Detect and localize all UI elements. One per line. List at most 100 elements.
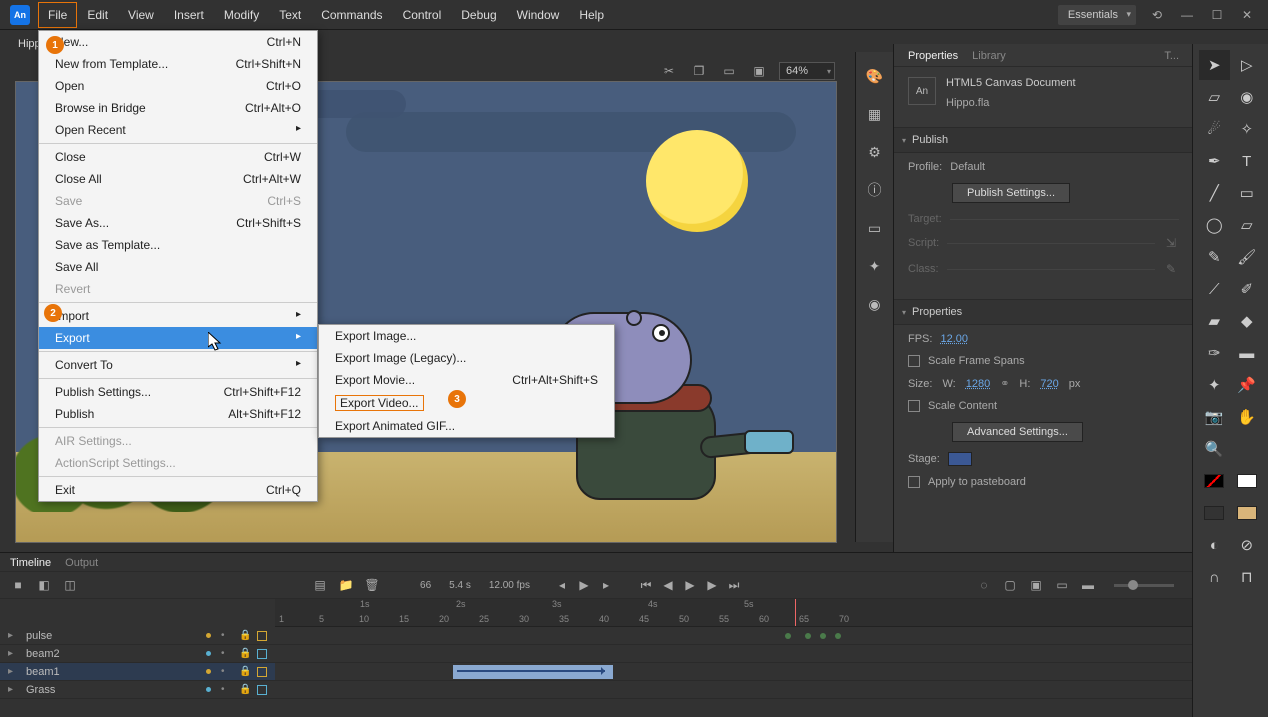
show-all-icon[interactable]: ◧ [36, 577, 52, 593]
info-icon[interactable]: ⓘ [865, 180, 885, 200]
pencil-tool-icon[interactable]: ✎ [1199, 242, 1230, 272]
properties-tab[interactable]: Properties [908, 50, 958, 62]
paste-icon[interactable]: ❐ [689, 61, 709, 81]
output-tab[interactable]: Output [65, 557, 98, 569]
frames-row-beam1[interactable] [275, 663, 1192, 681]
camera-tool-icon[interactable]: 📷 [1199, 402, 1230, 432]
publish-settings-button[interactable]: Publish Settings... [952, 183, 1070, 203]
file-menu-publish[interactable]: PublishAlt+Shift+F12 [39, 403, 317, 425]
export-export-movie[interactable]: Export Movie...Ctrl+Alt+Shift+S [319, 369, 614, 391]
edit-multiple-icon[interactable]: ▣ [1028, 577, 1044, 593]
menu-help[interactable]: Help [569, 2, 614, 28]
file-menu-save-as-template[interactable]: Save as Template... [39, 234, 317, 256]
step-back-icon[interactable]: ◀ [660, 577, 676, 593]
loop-icon[interactable]: ◌ [976, 577, 992, 593]
height-value[interactable]: 720 [1040, 378, 1058, 390]
frames-row-beam2[interactable] [275, 645, 1192, 663]
magic-wand-icon[interactable]: ✧ [1232, 114, 1263, 144]
hand-tool-icon[interactable]: ✋ [1232, 402, 1263, 432]
brush-panel-icon[interactable]: ✦ [865, 256, 885, 276]
step-forward-one-icon[interactable]: ▸ [598, 577, 614, 593]
scale-frame-spans-checkbox[interactable] [908, 355, 920, 367]
ink-bottle-tool-icon[interactable]: ◆ [1232, 306, 1263, 336]
play-icon[interactable]: ▶ [576, 577, 592, 593]
menu-control[interactable]: Control [393, 2, 452, 28]
file-menu-open[interactable]: OpenCtrl+O [39, 75, 317, 97]
file-menu-import[interactable]: Import [39, 305, 317, 327]
playhead[interactable] [795, 599, 796, 626]
file-menu-close[interactable]: CloseCtrl+W [39, 146, 317, 168]
selection-tool-icon[interactable]: ➤ [1199, 50, 1230, 80]
paint-bucket-tool-icon[interactable]: ▰ [1199, 306, 1230, 336]
layer-row-beam2[interactable]: ▸beam2•🔒 [0, 645, 275, 663]
file-menu-new-from-template[interactable]: New from Template...Ctrl+Shift+N [39, 53, 317, 75]
play-all-icon[interactable]: ▶ [682, 577, 698, 593]
zoom-input[interactable]: 64% [779, 62, 835, 80]
no-color-icon[interactable]: ⊘ [1232, 530, 1263, 560]
frames-row-Grass[interactable] [275, 681, 1192, 699]
stage-color-swatch[interactable] [948, 452, 972, 466]
center-frame-icon[interactable]: ▭ [1054, 577, 1070, 593]
menu-edit[interactable]: Edit [77, 2, 118, 28]
brush-tool-icon[interactable]: 🖌 [1232, 242, 1263, 272]
publish-section-header[interactable]: Publish [894, 127, 1193, 153]
pin-tool-icon[interactable]: 📌 [1232, 370, 1263, 400]
file-menu-new[interactable]: New...Ctrl+N [39, 31, 317, 53]
eraser-tool-icon[interactable]: ▬ [1232, 338, 1263, 368]
export-export-image-legacy[interactable]: Export Image (Legacy)... [319, 347, 614, 369]
go-last-frame-icon[interactable]: ⏭ [726, 577, 742, 593]
onion-skin-icon[interactable]: ◫ [62, 577, 78, 593]
menu-text[interactable]: Text [269, 2, 311, 28]
maximize-icon[interactable]: ☐ [1208, 8, 1226, 22]
menu-insert[interactable]: Insert [164, 2, 214, 28]
go-first-frame-icon[interactable]: ⏮ [638, 577, 654, 593]
fit-icon[interactable]: ▭ [719, 61, 739, 81]
overflow-tab[interactable]: T... [1164, 50, 1179, 62]
menu-commands[interactable]: Commands [311, 2, 392, 28]
polystar-tool-icon[interactable]: ▱ [1232, 210, 1263, 240]
delete-layer-icon[interactable]: 🗑 [364, 577, 380, 593]
align-icon[interactable]: ▦ [865, 104, 885, 124]
close-icon[interactable]: ✕ [1238, 8, 1256, 22]
subselection-tool-icon[interactable]: ▷ [1232, 50, 1263, 80]
cc-libraries-icon[interactable]: ◉ [865, 294, 885, 314]
bw-icon[interactable]: ◐ [1199, 530, 1230, 560]
menu-file[interactable]: File [38, 2, 77, 28]
clip-icon[interactable]: ✂ [659, 61, 679, 81]
3d-rotation-tool-icon[interactable]: ◉ [1232, 82, 1263, 112]
rectangle-tool-icon[interactable]: ▭ [1232, 178, 1263, 208]
onion-outline-icon[interactable]: ▢ [1002, 577, 1018, 593]
pen-tool-icon[interactable]: ✒ [1199, 146, 1230, 176]
minimize-icon[interactable]: — [1178, 8, 1196, 22]
step-forward-icon[interactable]: ▶ [704, 577, 720, 593]
file-menu-exit[interactable]: ExitCtrl+Q [39, 479, 317, 501]
menu-debug[interactable]: Debug [451, 2, 506, 28]
scale-content-checkbox[interactable] [908, 400, 920, 412]
export-export-animated-gif[interactable]: Export Animated GIF... [319, 415, 614, 437]
bone-tool-icon[interactable]: ⟋ [1199, 274, 1230, 304]
layer-row-Grass[interactable]: ▸Grass•🔒 [0, 681, 275, 699]
oval-tool-icon[interactable]: ◯ [1199, 210, 1230, 240]
line-tool-icon[interactable]: ╱ [1199, 178, 1230, 208]
new-folder-icon[interactable]: 📁 [338, 577, 354, 593]
file-menu-save-as[interactable]: Save As...Ctrl+Shift+S [39, 212, 317, 234]
swap-colors-icon[interactable] [1199, 498, 1230, 528]
layer-row-beam1[interactable]: ▸beam1•🔒 [0, 663, 275, 681]
fps-value[interactable]: 12.00 [940, 333, 968, 345]
library-tab[interactable]: Library [972, 50, 1006, 62]
file-menu-open-recent[interactable]: Open Recent [39, 119, 317, 141]
sync-icon[interactable]: ⟲ [1148, 8, 1166, 22]
file-menu-convert-to[interactable]: Convert To [39, 354, 317, 376]
eyedropper-tool-icon[interactable]: ✑ [1199, 338, 1230, 368]
swatches-icon[interactable]: 🎨 [865, 66, 885, 86]
apply-pasteboard-checkbox[interactable] [908, 476, 920, 488]
file-menu-close-all[interactable]: Close AllCtrl+Alt+W [39, 168, 317, 190]
camera-layer-icon[interactable]: ■ [10, 577, 26, 593]
export-export-video[interactable]: Export Video... [319, 391, 614, 415]
snap-icon[interactable]: ∩ [1199, 562, 1230, 592]
width-tool-icon[interactable]: ✦ [1199, 370, 1230, 400]
zoom-tool-icon[interactable]: 🔍 [1199, 434, 1230, 464]
step-back-one-icon[interactable]: ◂ [554, 577, 570, 593]
frames-row-pulse[interactable] [275, 627, 1192, 645]
lasso-tool-icon[interactable]: ☄ [1199, 114, 1230, 144]
